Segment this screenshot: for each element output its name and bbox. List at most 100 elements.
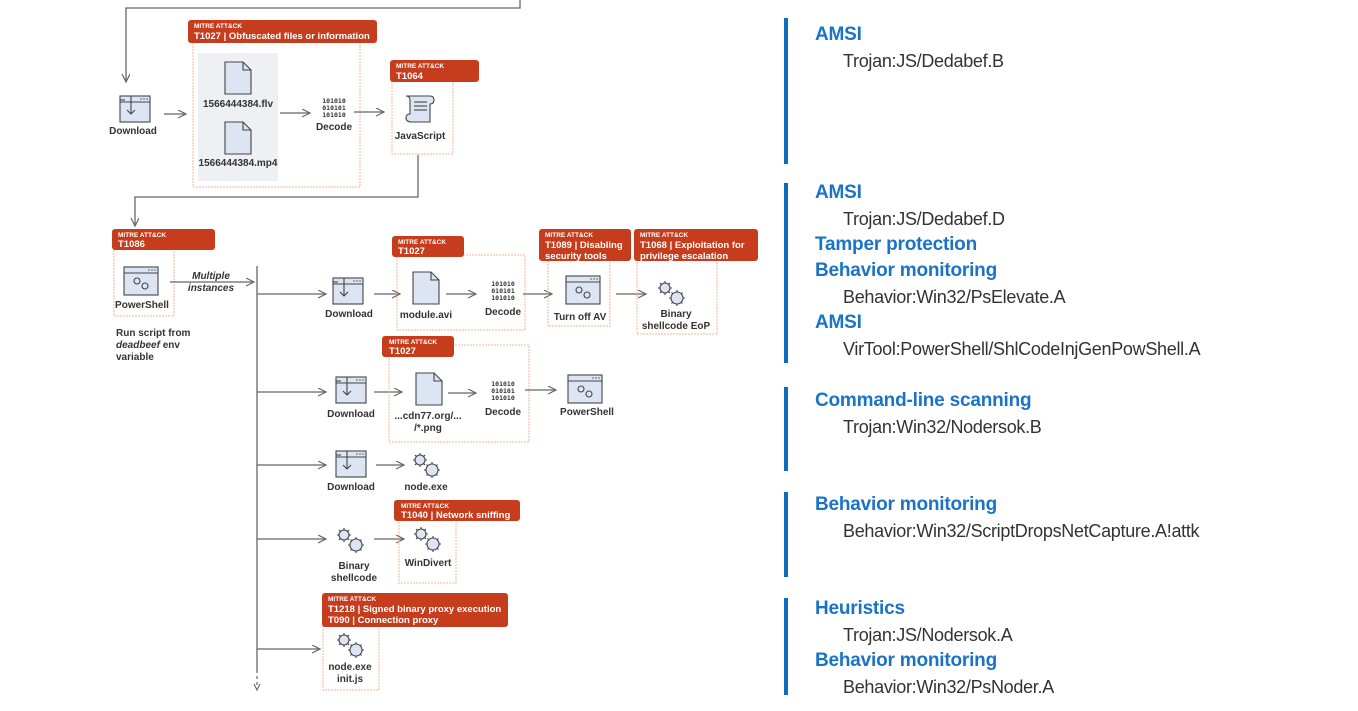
settings-window-icon: [565, 275, 601, 305]
svg-text:...cdn77.org/...: ...cdn77.org/...: [394, 411, 461, 422]
svg-text:node.exe: node.exe: [328, 662, 372, 673]
detection-category: Behavior monitoring: [815, 650, 997, 671]
binary-icon: 101010 010101 101010: [322, 97, 346, 119]
node-binary-shellcode: Binary shellcode: [331, 527, 378, 584]
detection-group-bar: [784, 598, 788, 695]
detection-name: Behavior:Win32/ScriptDropsNetCapture.A!a…: [843, 521, 1200, 541]
detection-category: Command-line scanning: [815, 390, 1032, 411]
file-icon: [415, 372, 443, 406]
svg-text:T1027: T1027: [398, 246, 425, 257]
node-decode-b2: 101010 010101 101010 Decode: [485, 380, 522, 418]
svg-text:101010: 101010: [491, 294, 515, 302]
detection-group-5: Heuristics Trojan:JS/Nodersok.A Behavior…: [815, 596, 1054, 700]
svg-text:Download: Download: [327, 409, 375, 420]
svg-text:Download: Download: [327, 482, 375, 493]
svg-text:PowerShell: PowerShell: [560, 407, 614, 418]
detection-category: AMSI: [815, 312, 862, 333]
svg-text:T1064: T1064: [396, 71, 424, 82]
svg-text:MITRE ATT&CK: MITRE ATT&CK: [396, 63, 444, 70]
detection-name: Trojan:JS/Dedabef.B: [843, 51, 1004, 71]
svg-text:security tools: security tools: [545, 251, 607, 262]
svg-text:T090 | Connection proxy: T090 | Connection proxy: [328, 615, 439, 626]
svg-text:Decode: Decode: [485, 407, 522, 418]
svg-text:Decode: Decode: [485, 307, 522, 318]
node-powershell-main: PowerShell: [115, 266, 169, 311]
svg-text:T1040 | Network sniffing: T1040 | Network sniffing: [401, 510, 510, 521]
gears-icon: [412, 452, 441, 479]
download-window-icon: [119, 95, 151, 123]
file-icon: [412, 271, 440, 305]
detection-category: Heuristics: [815, 598, 905, 619]
detection-name: Trojan:JS/Nodersok.A: [843, 625, 1013, 645]
detection-name: VirTool:PowerShell/ShlCodeInjGenPowShell…: [843, 339, 1201, 359]
mitre-frame-t1040: MITRE ATT&CK T1040 | Network sniffing: [394, 500, 520, 584]
svg-text:shellcode: shellcode: [331, 573, 378, 584]
svg-text:Multiple: Multiple: [192, 271, 230, 282]
svg-text:variable: variable: [116, 352, 154, 363]
detection-group-3: Command-line scanning Trojan:Win32/Noder…: [815, 388, 1042, 440]
node-decode-1: 101010 010101 101010 Decode: [316, 97, 353, 133]
svg-text:MITRE ATT&CK: MITRE ATT&CK: [194, 23, 242, 30]
svg-text:Decode: Decode: [316, 122, 353, 133]
svg-text:WinDivert: WinDivert: [405, 558, 452, 569]
node-module-avi: module.avi: [400, 271, 452, 321]
node-decode-b1: 101010 010101 101010 Decode: [485, 280, 522, 318]
svg-text:101010: 101010: [491, 394, 515, 402]
svg-text:1566444384.mp4: 1566444384.mp4: [199, 158, 278, 169]
binary-icon: 101010 010101 101010: [491, 280, 515, 302]
detection-group-bar: [784, 183, 788, 363]
svg-text:privilege escalation: privilege escalation: [640, 251, 728, 262]
svg-text:PowerShell: PowerShell: [115, 300, 169, 311]
detection-group-4: Behavior monitoring Behavior:Win32/Scrip…: [815, 492, 1200, 544]
svg-text:MITRE ATT&CK: MITRE ATT&CK: [118, 232, 166, 239]
svg-text:Binary: Binary: [338, 561, 370, 572]
node-powershell-b2: PowerShell: [560, 374, 614, 418]
node-turn-off-av: Turn off AV: [554, 275, 607, 323]
detection-group-2: AMSI Trojan:JS/Dedabef.D Tamper protecti…: [815, 180, 1201, 362]
svg-text:Turn off AV: Turn off AV: [554, 312, 607, 323]
node-download-1: Download: [109, 95, 157, 137]
svg-text:T1027 | Obfuscated files or in: T1027 | Obfuscated files or information: [194, 31, 370, 42]
svg-text:Download: Download: [109, 126, 157, 137]
download-window-icon: [335, 376, 367, 404]
detection-category: Tamper protection: [815, 234, 977, 255]
detection-category: Behavior monitoring: [815, 260, 997, 281]
gears-icon: [413, 526, 442, 553]
node-download-b2: Download: [327, 376, 375, 420]
svg-text:MITRE ATT&CK: MITRE ATT&CK: [640, 232, 688, 239]
node-cdn-png: ...cdn77.org/... /*.png: [394, 372, 462, 434]
svg-text:MITRE ATT&CK: MITRE ATT&CK: [328, 596, 376, 603]
detection-group-1: AMSI Trojan:JS/Dedabef.B: [815, 22, 1004, 74]
node-binary-shellcode-eop: Binary shellcode EoP: [642, 280, 711, 332]
svg-text:101010: 101010: [322, 111, 346, 119]
gears-icon: [657, 280, 686, 307]
svg-text:shellcode EoP: shellcode EoP: [642, 321, 711, 332]
mitre-frame-t1068: MITRE ATT&CK T1068 | Exploitation for pr…: [634, 229, 758, 335]
detection-name: Behavior:Win32/PsElevate.A: [843, 287, 1066, 307]
node-windivert: WinDivert: [405, 526, 452, 569]
detection-name: Trojan:JS/Dedabef.D: [843, 209, 1005, 229]
script-scroll-icon: [405, 95, 435, 123]
node-node-exe-b3: node.exe: [404, 452, 448, 493]
detection-category: AMSI: [815, 24, 862, 45]
node-download-b3: Download: [327, 450, 375, 493]
detection-group-bar: [784, 492, 788, 577]
powershell-window-icon: [123, 266, 159, 296]
svg-text:module.avi: module.avi: [400, 310, 452, 321]
svg-text:1566444384.flv: 1566444384.flv: [203, 99, 274, 110]
detection-category: Behavior monitoring: [815, 494, 997, 515]
node-download-b1: Download: [325, 277, 373, 320]
gears-icon: [336, 527, 365, 554]
svg-text:T1218 | Signed binary proxy ex: T1218 | Signed binary proxy execution: [328, 604, 501, 615]
svg-text:MITRE ATT&CK: MITRE ATT&CK: [401, 503, 449, 510]
binary-icon: 101010 010101 101010: [491, 380, 515, 402]
detection-group-bar: [784, 387, 788, 471]
node-node-exe-initjs: node.exe init.js: [328, 632, 372, 685]
svg-text:MITRE ATT&CK: MITRE ATT&CK: [389, 339, 437, 346]
svg-text:MITRE ATT&CK: MITRE ATT&CK: [398, 239, 446, 246]
ps-note: Run script from: [116, 328, 191, 339]
svg-text:Download: Download: [325, 309, 373, 320]
file-icon: [224, 121, 252, 155]
svg-text:deadbeef env: deadbeef env: [116, 340, 180, 351]
svg-text:/*.png: /*.png: [414, 423, 442, 434]
